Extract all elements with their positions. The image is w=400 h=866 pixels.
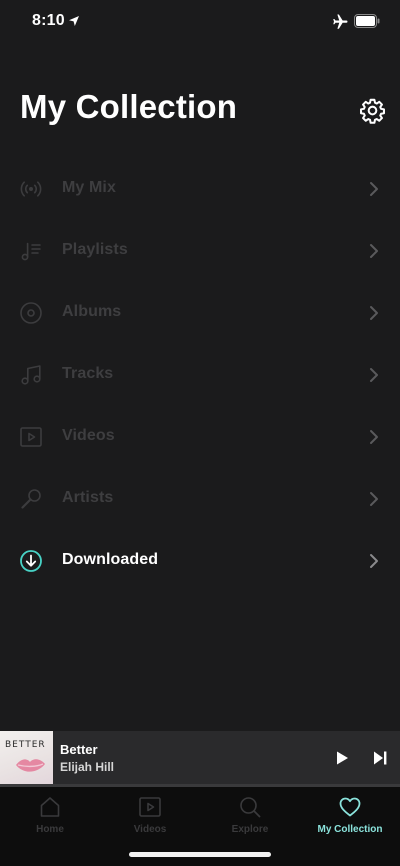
menu-item-label: My Mix [62,179,116,196]
tab-my-collection[interactable]: My Collection [300,791,400,839]
menu-item-label: Videos [62,427,115,444]
tab-videos[interactable]: Videos [100,791,200,839]
my-collection-screen: 8:10 My Collection My Mix Playlists Albu… [0,0,400,866]
menu-item-tracks[interactable]: Tracks [0,344,400,406]
radio-icon [20,181,42,197]
collection-menu: My Mix Playlists Albums Tracks Videos Ar… [0,158,400,592]
status-bar: 8:10 [0,0,400,44]
menu-item-label: Tracks [62,365,114,382]
home-icon [40,797,60,817]
tab-label: Home [36,824,64,835]
menu-item-albums[interactable]: Albums [0,282,400,344]
menu-item-videos[interactable]: Videos [0,406,400,468]
menu-item-playlists[interactable]: Playlists [0,220,400,282]
album-icon [20,302,42,324]
track-artist: Elijah Hill [60,760,115,774]
chevron-right-icon [370,430,378,444]
microphone-icon [21,489,41,509]
tab-home[interactable]: Home [0,791,100,839]
airplane-icon [333,14,348,29]
gear-icon[interactable] [359,97,386,124]
chevron-right-icon [370,492,378,506]
video-icon [139,797,161,817]
album-art: BETTER [0,731,53,784]
menu-item-downloaded[interactable]: Downloaded [0,530,400,592]
lips-artwork [16,759,45,772]
page-title: My Collection [20,88,238,125]
skip-next-icon[interactable] [372,750,388,766]
search-icon [240,797,261,818]
download-icon [20,550,42,572]
battery-icon [354,14,380,28]
location-arrow-icon [69,16,79,26]
status-time: 8:10 [32,12,65,29]
chevron-right-icon [370,244,378,258]
chevron-right-icon [370,182,378,196]
playlist-icon [21,242,41,261]
menu-item-artists[interactable]: Artists [0,468,400,530]
chevron-right-icon [370,306,378,320]
heart-icon [339,797,361,817]
music-note-icon [21,365,41,385]
chevron-right-icon [370,554,378,568]
track-title: Better [60,742,98,757]
chevron-right-icon [370,368,378,382]
play-icon[interactable] [334,750,350,766]
album-art-text: BETTER [5,740,46,750]
menu-item-label: Artists [62,489,114,506]
menu-item-my-mix[interactable]: My Mix [0,158,400,220]
menu-item-label: Downloaded [62,551,159,568]
video-icon [20,427,42,447]
menu-item-label: Playlists [62,241,128,258]
home-indicator[interactable] [129,852,271,857]
menu-item-label: Albums [62,303,122,320]
tab-explore[interactable]: Explore [200,791,300,839]
tab-label: My Collection [317,824,383,835]
mini-player[interactable]: BETTER Better Elijah Hill [0,731,400,784]
tab-label: Videos [133,824,167,835]
tab-label: Explore [231,824,269,835]
